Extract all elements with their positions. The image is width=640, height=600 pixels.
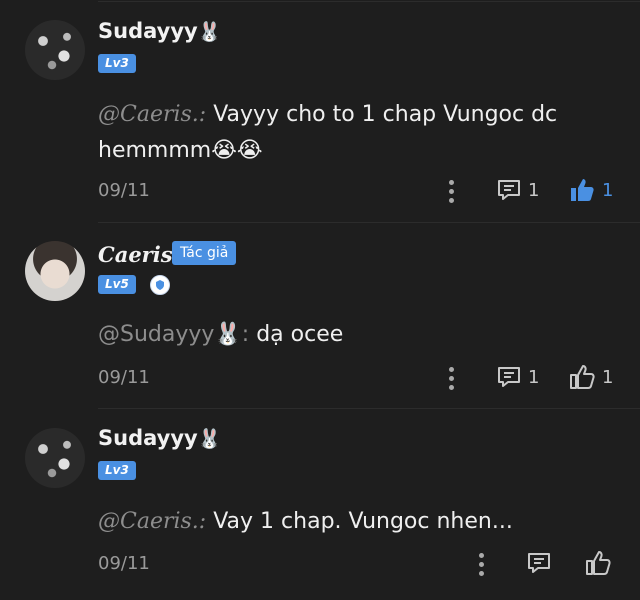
comment-text: Vay 1 chap. Vungoc nhen... (213, 509, 513, 534)
avatar[interactable] (25, 20, 85, 80)
like-icon (586, 551, 611, 575)
comment-body: @Caeris.: Vay 1 chap. Vungoc nhen... (98, 504, 578, 540)
author-name[interactable]: Sudayyy🐰 (98, 19, 221, 43)
reply-button[interactable] (526, 550, 552, 576)
avatar[interactable] (25, 241, 85, 301)
shield-icon (150, 275, 170, 295)
mention[interactable]: @Caeris.: (98, 102, 206, 127)
level-badge: Lv5 (98, 275, 136, 294)
author-tag: Tác giả (172, 241, 237, 265)
author-name[interactable]: Caeris. (98, 242, 180, 267)
like-button[interactable]: 1 (568, 363, 613, 391)
reply-button[interactable]: 1 (496, 177, 539, 203)
comment-date: 09/11 (98, 367, 150, 388)
like-button[interactable]: 1 (568, 176, 613, 204)
more-vertical-icon[interactable] (474, 553, 488, 576)
like-icon (570, 365, 595, 389)
reply-icon (528, 553, 550, 573)
author-name-text: Sudayyy (98, 426, 198, 450)
comment-date: 09/11 (98, 180, 150, 201)
reply-icon (498, 367, 520, 387)
avatar[interactable] (25, 428, 85, 488)
reply-button[interactable]: 1 (496, 364, 539, 390)
level-badge: Lv3 (98, 54, 136, 73)
divider (98, 1, 640, 2)
like-button[interactable] (584, 549, 612, 577)
reply-count: 1 (528, 366, 540, 388)
divider (98, 408, 640, 409)
comment-body: @Caeris.: Vayyy cho to 1 chap Vungoc dc … (98, 97, 578, 169)
rabbit-emoji: 🐰 (197, 21, 222, 43)
like-icon (571, 179, 594, 201)
author-name-text: Sudayyy (98, 19, 198, 43)
comment-date: 09/11 (98, 553, 150, 574)
level-badge: Lv3 (98, 461, 136, 480)
mention[interactable]: @Sudayyy🐰: (98, 322, 249, 347)
reply-count: 1 (528, 179, 540, 201)
rabbit-emoji: 🐰 (197, 428, 222, 450)
like-count: 1 (602, 179, 614, 201)
like-count: 1 (602, 366, 614, 388)
reply-icon (498, 180, 520, 200)
mention[interactable]: @Caeris.: (98, 509, 206, 534)
divider (98, 222, 640, 223)
comment-body: @Sudayyy🐰: dạ ocee (98, 317, 578, 353)
comment-text: dạ ocee (256, 322, 344, 347)
author-name[interactable]: Sudayyy🐰 (98, 426, 221, 450)
more-vertical-icon[interactable] (444, 180, 458, 203)
more-vertical-icon[interactable] (444, 367, 458, 390)
